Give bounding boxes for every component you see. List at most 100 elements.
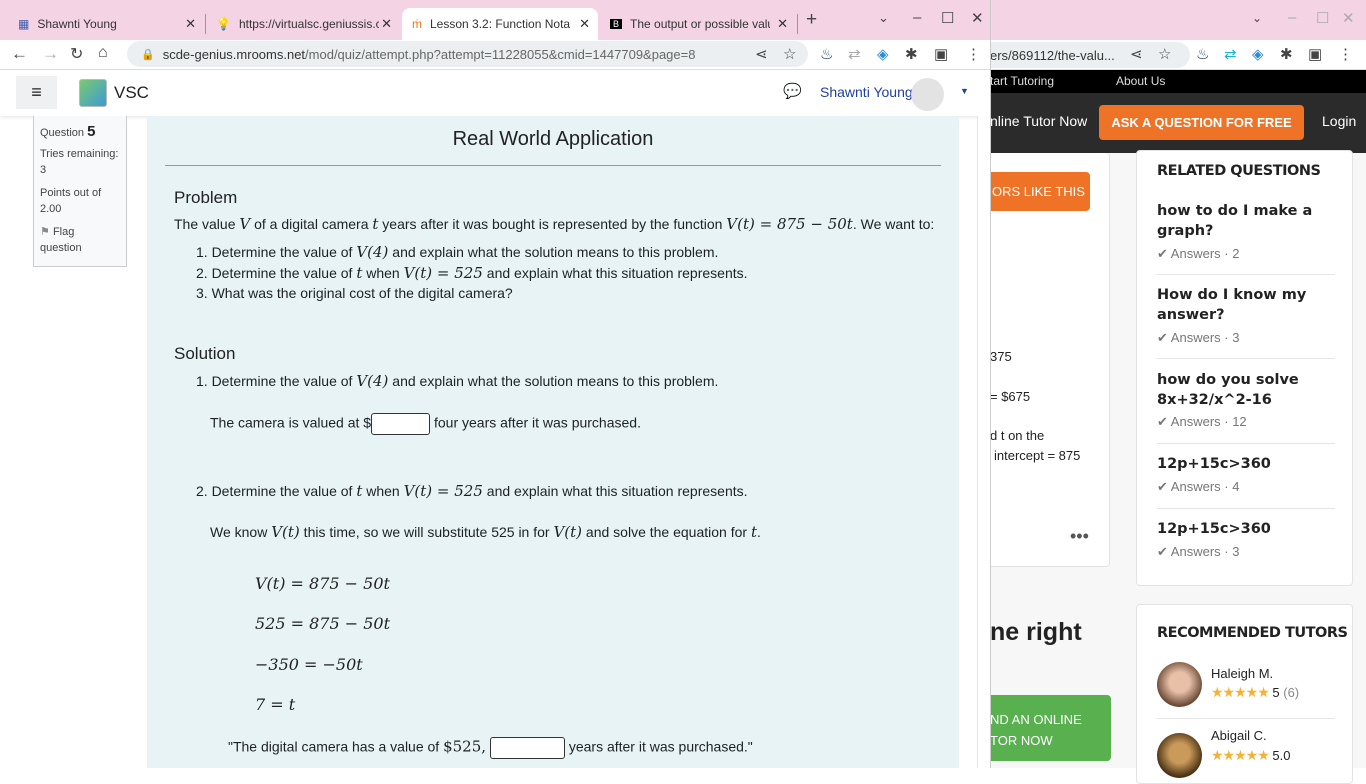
ask-question-button[interactable]: ASK A QUESTION FOR FREE <box>1099 105 1304 140</box>
extension-icon[interactable]: ◈ <box>1252 45 1264 63</box>
user-menu-name[interactable]: Shawnti Young <box>820 84 913 100</box>
forward-icon[interactable]: → <box>42 44 59 64</box>
site-name[interactable]: VSC <box>114 83 149 103</box>
nav-drawer-toggle[interactable]: ≡ <box>16 76 57 109</box>
answers-count: ✔ Answers · 3 <box>1157 544 1240 559</box>
flag-question-link[interactable]: ⚑ Flag question <box>40 224 100 256</box>
star-rating-icon: ★★★★★ <box>1211 747 1270 763</box>
find-online-tutor-button[interactable]: ND AN ONLINE TOR NOW <box>990 695 1111 761</box>
user-avatar[interactable] <box>911 78 944 111</box>
menu-icon[interactable]: ⋮ <box>1338 45 1353 63</box>
extension-icon[interactable]: ⇄ <box>848 45 861 63</box>
tutor-name[interactable]: Haleigh M. <box>1211 666 1273 681</box>
card-title: RECOMMENDED TUTORS <box>1157 625 1348 641</box>
extension-icon[interactable]: ♨ <box>820 45 833 63</box>
solution-heading: Solution <box>174 344 236 363</box>
find-tutors-button[interactable]: ORS LIKE THIS <box>990 172 1090 211</box>
star-rating-icon: ★★★★★ <box>1211 684 1270 700</box>
maximize-icon[interactable]: ☐ <box>1316 9 1329 27</box>
button-line: TOR NOW <box>990 733 1053 748</box>
reload-icon[interactable]: ↻ <box>70 44 83 64</box>
related-question-link[interactable]: 12p+15c>360 <box>1157 454 1335 474</box>
address-bar[interactable]: ers/869112/the-valu... <box>970 42 1190 68</box>
user-menu-caret-icon[interactable]: ▼ <box>960 86 969 96</box>
related-question-link[interactable]: 12p+15c>360 <box>1157 519 1335 539</box>
answer-fragment: intercept = 875 <box>994 448 1081 463</box>
page-title: Real World Application <box>452 128 654 150</box>
problem-statement: The value V of a digital camera t years … <box>174 215 935 233</box>
address-bar[interactable]: 🔒 scde-genius.mrooms.net/mod/quiz/attemp… <box>127 41 808 67</box>
close-tab-icon[interactable]: ✕ <box>579 16 590 32</box>
share-icon[interactable]: ⋖ <box>755 45 768 63</box>
scrollbar[interactable] <box>977 116 990 768</box>
minimize-icon[interactable]: – <box>913 9 921 26</box>
tab-shawnti-young[interactable]: ▦ Shawnti Young ✕ <box>8 8 204 40</box>
answer-fragment: d t on the <box>990 428 1045 443</box>
lock-icon: 🔒 <box>141 48 155 61</box>
equation-line: V(t) = 875 − 50t <box>255 574 390 593</box>
points-label: Points out of <box>40 187 102 199</box>
related-question-link[interactable]: How do I know my answer? <box>1157 285 1335 325</box>
close-window-icon[interactable]: ✕ <box>971 9 984 27</box>
lightbulb-icon: 💡 <box>216 17 231 31</box>
question-label: Question <box>40 127 85 139</box>
background-browser-window: ⌄ – ☐ ✕ ers/869112/the-valu... ⋖ ☆ ♨ ⇄ ◈… <box>970 0 1366 784</box>
share-icon[interactable]: ⋖ <box>1130 45 1143 63</box>
answer-input[interactable] <box>489 737 565 759</box>
bookmark-star-icon[interactable]: ☆ <box>783 45 796 63</box>
tab-output-values[interactable]: B The output or possible value ✕ <box>600 8 796 40</box>
url-domain: scde-genius.mrooms.net <box>162 46 306 62</box>
recommended-tutors-card: RECOMMENDED TUTORS Haleigh M. ★★★★★ 5 (6… <box>1136 604 1353 784</box>
close-icon[interactable]: ✕ <box>1342 9 1355 27</box>
question-number: 5 <box>87 123 96 140</box>
url-path: /mod/quiz/attempt.php?attempt=11228055&c… <box>305 46 696 62</box>
solution-step: 2. Determine the value of t when V(t) = … <box>196 482 748 500</box>
site-logo[interactable] <box>79 79 107 107</box>
new-tab-icon[interactable]: + <box>806 9 817 31</box>
extension-icon[interactable]: ♨ <box>1196 45 1209 63</box>
puzzle-icon[interactable]: ✱ <box>905 45 918 63</box>
close-tab-icon[interactable]: ✕ <box>777 16 788 32</box>
home-icon[interactable]: ⌂ <box>98 44 108 62</box>
messages-icon[interactable]: 💬 <box>783 82 802 100</box>
answer-input[interactable] <box>371 413 431 435</box>
solution-explanation: We know V(t) this time, so we will subst… <box>210 523 761 541</box>
back-icon[interactable]: ← <box>11 44 28 64</box>
tab-virtualsc[interactable]: 💡 https://virtualsc.geniussis.co ✕ <box>206 8 400 40</box>
related-question-link[interactable]: how do you solve 8x+32/x^2-16 <box>1157 370 1335 410</box>
answers-count: ✔ Answers · 2 <box>1157 246 1240 261</box>
related-question-link[interactable]: how to do I make a graph? <box>1157 201 1335 241</box>
nav-start-tutoring[interactable]: tart Tutoring <box>990 74 1054 88</box>
answers-count: ✔ Answers · 12 <box>1157 414 1247 429</box>
extension-icon[interactable]: ◈ <box>877 45 889 63</box>
flag-icon: ⚑ <box>40 226 50 238</box>
tutor-rating: ★★★★★ 5 (6) <box>1211 684 1300 700</box>
bookmark-star-icon[interactable]: ☆ <box>1158 45 1171 63</box>
solution-step: 1. Determine the value of V(4) and expla… <box>196 372 719 390</box>
extension-icon[interactable]: ⇄ <box>1224 45 1237 63</box>
puzzle-icon[interactable]: ✱ <box>1280 45 1293 63</box>
tutor-name[interactable]: Abigail C. <box>1211 728 1267 743</box>
nav-about-us[interactable]: About Us <box>1116 74 1165 88</box>
close-tab-icon[interactable]: ✕ <box>381 16 392 32</box>
menu-icon[interactable]: ⋮ <box>966 45 981 63</box>
close-tab-icon[interactable]: ✕ <box>185 16 196 32</box>
side-panel-icon[interactable]: ▣ <box>934 45 948 63</box>
tab-search-icon[interactable]: ⌄ <box>1252 11 1262 25</box>
tab-lesson-3-2[interactable]: ṁ Lesson 3.2: Function Notatio ✕ <box>402 8 598 40</box>
minimize-icon[interactable]: – <box>1288 9 1296 26</box>
side-panel-icon[interactable]: ▣ <box>1308 45 1322 63</box>
more-options-icon[interactable]: ••• <box>1070 526 1089 547</box>
answer-fragment: = $675 <box>990 389 1031 404</box>
equation-line: −350 = −50t <box>255 655 363 674</box>
moodle-icon: ṁ <box>412 17 422 31</box>
online-tutor-link[interactable]: nline Tutor Now <box>990 113 1087 129</box>
tutor-avatar[interactable] <box>1157 662 1202 707</box>
tab-strip <box>990 0 1366 40</box>
login-link[interactable]: Login <box>1322 113 1356 129</box>
card-title: RELATED QUESTIONS <box>1157 163 1321 179</box>
tutor-avatar[interactable] <box>1157 733 1202 778</box>
maximize-icon[interactable]: ☐ <box>941 9 954 27</box>
section-heading: ne right <box>990 618 1082 646</box>
tab-search-icon[interactable]: ⌄ <box>878 10 889 26</box>
